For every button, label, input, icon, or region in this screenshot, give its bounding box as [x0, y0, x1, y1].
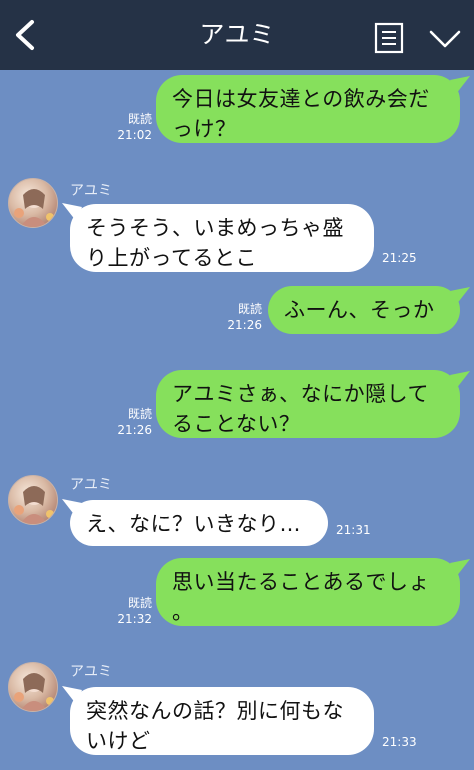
back-button[interactable]: [4, 12, 46, 58]
message-text-line: そうそう、いまめっちゃ盛: [86, 216, 344, 240]
message-time: 21:33: [382, 735, 417, 749]
avatar-image: [14, 486, 54, 524]
message-text-line: ふーん、そっか: [284, 298, 435, 322]
message-time: 21:02: [117, 128, 152, 142]
message-text-line: ることない？: [172, 412, 301, 436]
message-time: 21:31: [336, 523, 371, 537]
message-bubble[interactable]: アユミさぁ、なにか隠して ることない？: [156, 370, 460, 438]
chat-title: アユミ: [199, 20, 275, 49]
list-menu-icon: [374, 22, 404, 54]
chevron-left-icon: [16, 20, 34, 50]
menu-button[interactable]: [374, 22, 404, 54]
message-bubble[interactable]: 突然なんの話？別に何もな いけど: [70, 687, 374, 755]
bubble-tail: [450, 559, 470, 577]
avatar[interactable]: [8, 662, 58, 712]
sender-name: アユミ: [70, 664, 112, 680]
message-text-line: っけ？: [172, 117, 237, 141]
sender-name: アユミ: [70, 183, 112, 199]
message-text-line: 思い当たることあるでしょ: [172, 570, 430, 594]
bubble-tail: [450, 371, 470, 389]
message-text-line: アユミさぁ、なにか隠して: [172, 382, 429, 406]
message-list[interactable]: 既読 21:02 今日は女友達との飲み会だ っけ？ アユミ そうそう、いまめっち…: [0, 70, 474, 770]
message-bubble[interactable]: 今日は女友達との飲み会だ っけ？: [156, 75, 460, 143]
message-bubble[interactable]: そうそう、いまめっちゃ盛 り上がってるとこ: [70, 204, 374, 272]
message-time: 21:25: [382, 251, 417, 265]
dropdown-button[interactable]: [428, 28, 462, 50]
message-text-line: り上がってるとこ: [86, 246, 257, 270]
message-text-line: いけど: [86, 729, 151, 753]
read-receipt: 既読: [127, 407, 152, 421]
message-bubble[interactable]: え、なに？いきなり…: [70, 500, 328, 546]
chat-header: アユミ: [0, 0, 474, 70]
message-text-line: 突然なんの話？別に何もな: [86, 699, 344, 723]
avatar-image: [14, 673, 54, 711]
message-bubble[interactable]: 思い当たることあるでしょ 。: [156, 558, 460, 626]
read-receipt: 既読: [237, 302, 262, 316]
read-receipt: 既読: [127, 112, 152, 126]
message-time: 21:26: [117, 423, 152, 437]
message-text-line: 。: [172, 600, 194, 624]
avatar-image: [14, 189, 54, 227]
read-receipt: 既読: [127, 596, 152, 610]
bubble-tail: [450, 76, 470, 94]
avatar[interactable]: [8, 475, 58, 525]
message-time: 21:26: [227, 318, 262, 332]
chevron-down-icon: [429, 30, 461, 48]
avatar[interactable]: [8, 178, 58, 228]
message-time: 21:32: [117, 612, 152, 626]
message-text-line: 今日は女友達との飲み会だ: [172, 87, 430, 111]
bubble-tail: [450, 287, 470, 305]
message-text-line: え、なに？いきなり…: [86, 512, 301, 536]
message-bubble[interactable]: ふーん、そっか: [268, 286, 460, 334]
sender-name: アユミ: [70, 477, 112, 493]
